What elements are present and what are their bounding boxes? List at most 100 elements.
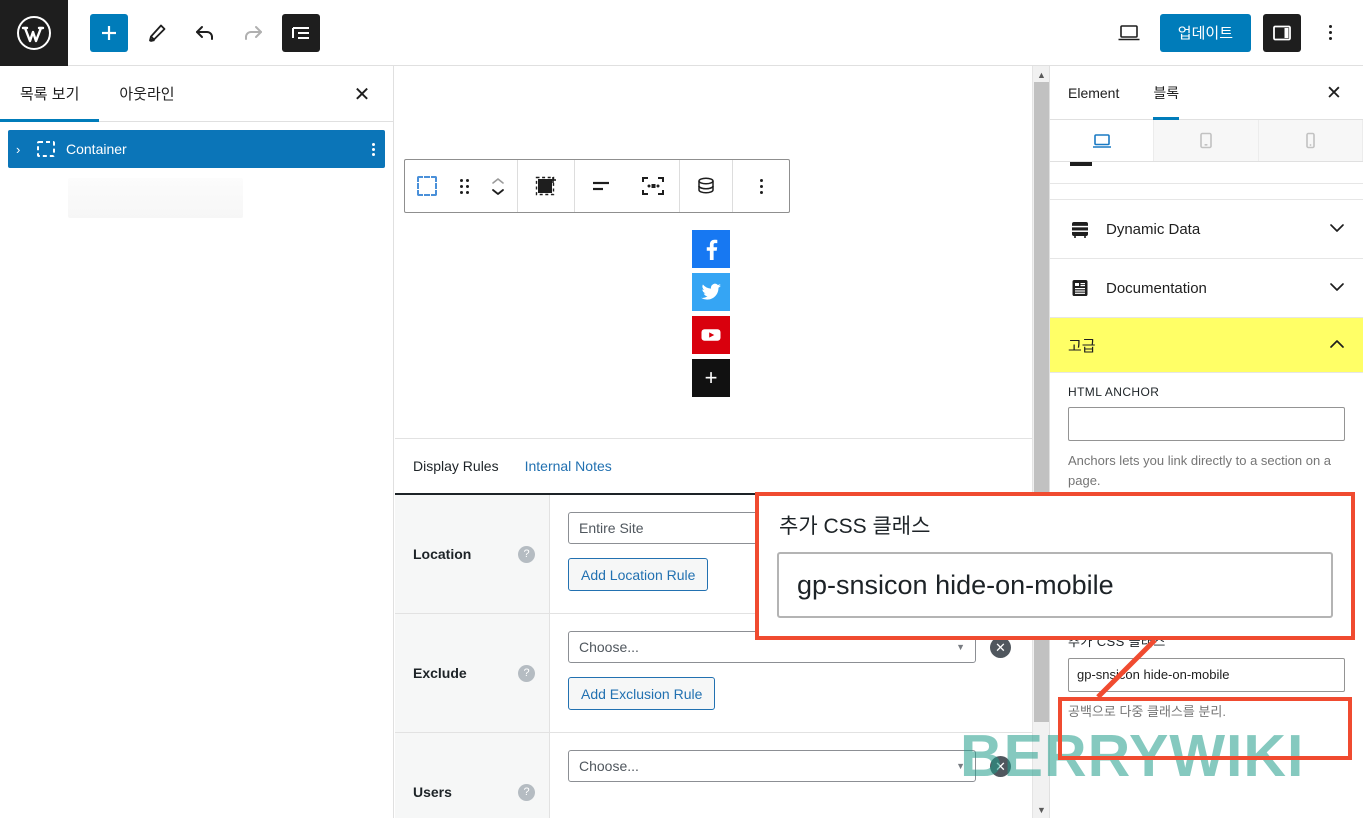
accordion-dynamic-data[interactable]: Dynamic Data (1050, 200, 1363, 259)
list-view-placeholder (68, 178, 243, 218)
row-content-users: Choose... ▼ ✕ (550, 733, 1032, 818)
device-preview-tabs (1050, 120, 1363, 162)
row-header-users: Users ? (395, 733, 550, 818)
chevron-down-icon[interactable] (1329, 222, 1345, 236)
html-anchor-input[interactable] (1068, 407, 1345, 441)
location-select-value: Entire Site (579, 520, 644, 536)
help-question-icon[interactable]: ? (518, 545, 535, 563)
select-parent-icon[interactable] (627, 160, 679, 212)
list-view-panel: 목록 보기 아웃라인 ✕ › Container (0, 66, 394, 818)
table-row: Users ? Choose... ▼ ✕ (395, 733, 1032, 818)
youtube-icon[interactable] (692, 316, 730, 354)
callout-label: 추가 CSS 클래스 (779, 515, 931, 538)
chevron-up-icon[interactable] (1329, 338, 1345, 352)
scroll-up-arrow-icon[interactable]: ▲ (1033, 66, 1050, 83)
panel-spacer (1050, 184, 1363, 200)
tab-block[interactable]: 블록 (1153, 66, 1179, 120)
scroll-down-arrow-icon[interactable]: ▼ (1033, 801, 1050, 818)
list-item-container[interactable]: › Container (8, 130, 385, 168)
editor-top-bar: 업데이트 (0, 0, 1363, 66)
row-label: Exclude (413, 665, 467, 681)
align-icon[interactable] (575, 160, 627, 212)
move-up-down-icon[interactable] (479, 160, 517, 212)
list-view-tabs: 목록 보기 아웃라인 ✕ (0, 66, 393, 122)
top-bar-right-tools: 업데이트 (1110, 13, 1363, 52)
settings-tabs: Element 블록 ✕ (1050, 66, 1363, 120)
tab-outline[interactable]: 아웃라인 (99, 66, 194, 122)
tablet-device-tab[interactable] (1154, 120, 1259, 161)
close-settings-icon[interactable]: ✕ (1321, 80, 1347, 106)
mobile-device-tab[interactable] (1258, 120, 1363, 161)
database-icon (1068, 217, 1092, 241)
help-question-icon[interactable]: ? (518, 783, 535, 801)
block-toolbar-group-more (733, 160, 789, 212)
update-button[interactable]: 업데이트 (1159, 13, 1251, 52)
tab-internal-notes[interactable]: Internal Notes (525, 438, 612, 494)
zoom-callout-css-classes: 추가 CSS 클래스 gp-snsicon hide-on-mobile (755, 492, 1355, 640)
add-block-button[interactable] (90, 13, 128, 52)
add-social-icon[interactable]: + (692, 359, 730, 397)
clipped-icon (1070, 162, 1092, 166)
chevron-right-icon[interactable]: › (16, 142, 34, 157)
twitter-icon[interactable] (692, 273, 730, 311)
row-header-location: Location ? (395, 495, 550, 613)
tab-element[interactable]: Element (1068, 66, 1119, 120)
html-anchor-help: Anchors lets you link directly to a sect… (1068, 453, 1332, 488)
desktop-preview-icon[interactable] (1110, 14, 1148, 52)
list-item-options-icon[interactable] (372, 142, 375, 156)
settings-sidebar-icon[interactable] (1263, 13, 1301, 52)
wordpress-logo-icon[interactable] (0, 0, 68, 66)
drag-handle-icon[interactable] (449, 160, 479, 212)
pencil-icon[interactable] (138, 14, 176, 52)
callout-input-value: gp-snsicon hide-on-mobile (777, 552, 1333, 618)
chevron-down-icon: ▼ (956, 761, 965, 771)
users-select-value: Choose... (579, 758, 639, 774)
more-options-icon[interactable] (733, 160, 789, 212)
html-anchor-label: HTML ANCHOR (1068, 385, 1160, 399)
exclude-select-value: Choose... (579, 639, 639, 655)
add-block-inside-icon[interactable] (518, 160, 574, 212)
accordion-label: 고급 (1068, 337, 1096, 355)
accordion-label: Dynamic Data (1106, 220, 1201, 238)
add-location-rule-button[interactable]: Add Location Rule (568, 558, 709, 591)
add-exclusion-rule-button[interactable]: Add Exclusion Rule (568, 677, 716, 710)
metabox-tabs: Display Rules Internal Notes (395, 439, 1032, 495)
block-type-icon[interactable] (405, 160, 449, 212)
close-list-view-icon[interactable]: ✕ (349, 82, 375, 108)
chevron-down-icon: ▼ (956, 642, 965, 652)
accordion-documentation[interactable]: Documentation (1050, 259, 1363, 318)
social-icons-block: + (692, 230, 730, 397)
users-select[interactable]: Choose... ▼ (568, 750, 976, 782)
block-toolbar-group-insert (518, 160, 575, 212)
css-classes-input[interactable] (1068, 657, 1345, 692)
dynamic-data-icon[interactable] (680, 160, 732, 212)
block-toolbar (404, 159, 790, 213)
top-bar-left-tools (68, 13, 320, 52)
block-toolbar-group-align (575, 160, 680, 212)
block-settings-sidebar: Element 블록 ✕ Dynamic Data Documentation … (1049, 66, 1363, 818)
row-label: Users (413, 784, 452, 800)
canvas-scrollbar[interactable]: ▲ ▼ (1032, 66, 1049, 818)
accordion-label: Documentation (1106, 279, 1207, 297)
accordion-advanced[interactable]: 고급 (1050, 318, 1363, 373)
tab-display-rules[interactable]: Display Rules (413, 438, 499, 494)
options-menu-icon[interactable] (1313, 14, 1347, 52)
clipped-panel-row (1050, 162, 1363, 184)
list-view-icon[interactable] (282, 13, 320, 52)
desktop-device-tab[interactable] (1050, 120, 1155, 161)
document-icon (1068, 276, 1092, 300)
help-question-icon[interactable]: ? (518, 664, 535, 682)
chevron-down-icon[interactable] (1329, 281, 1345, 295)
container-block-icon (34, 137, 58, 161)
row-header-exclude: Exclude ? (395, 614, 550, 732)
editor-canvas: + Display Rules Internal Notes Location … (395, 66, 1032, 818)
clear-users-icon[interactable]: ✕ (990, 755, 1011, 777)
css-classes-help: 공백으로 다중 클래스를 분리. (1068, 703, 1226, 719)
block-toolbar-group-dynamic (680, 160, 733, 212)
facebook-icon[interactable] (692, 230, 730, 268)
list-item-label: Container (66, 141, 127, 157)
tab-list-view[interactable]: 목록 보기 (0, 66, 99, 122)
undo-arrow-icon[interactable] (186, 14, 224, 52)
redo-arrow-icon[interactable] (234, 14, 272, 52)
select-row: Choose... ▼ ✕ (568, 750, 1014, 782)
